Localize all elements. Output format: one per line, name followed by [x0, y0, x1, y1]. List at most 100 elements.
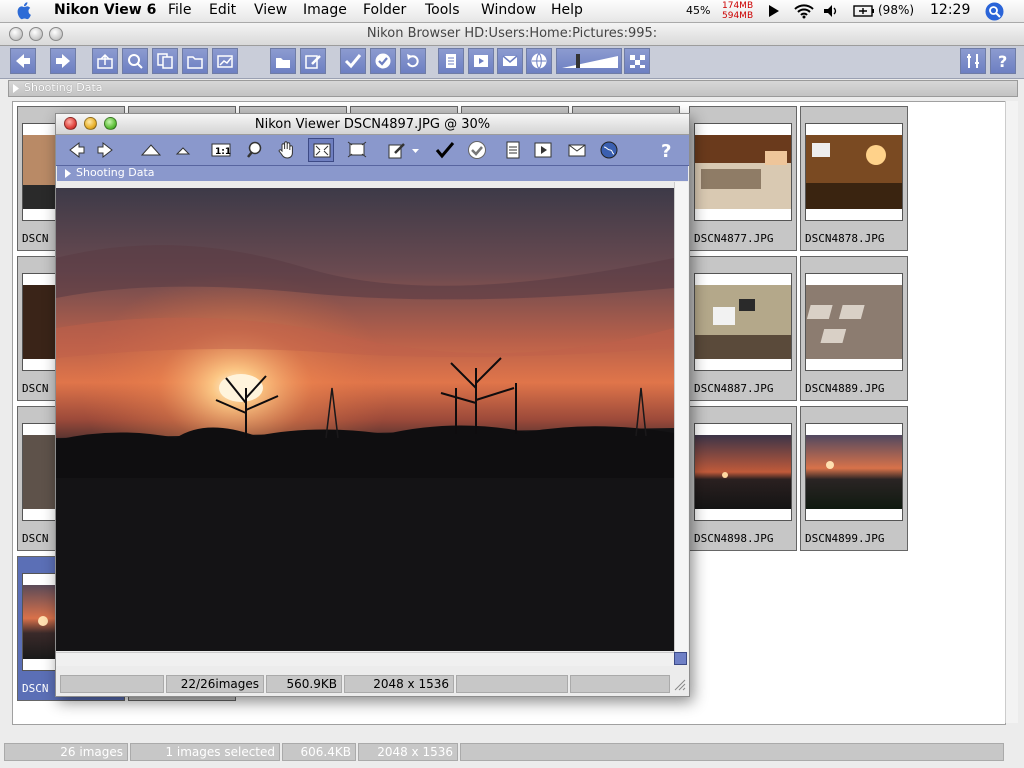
thumbnail-label: DSCN [22, 232, 49, 245]
tools-button[interactable] [960, 48, 986, 74]
svg-text:1:1: 1:1 [215, 147, 231, 157]
menu-image[interactable]: Image [303, 2, 347, 18]
help-button[interactable]: ? [990, 48, 1016, 74]
battery-percent[interactable]: (98%) [878, 3, 914, 17]
search-button[interactable] [122, 48, 148, 74]
volume-icon[interactable] [823, 4, 839, 18]
menu-view[interactable]: View [254, 2, 287, 18]
thumbnail-label: DSCN4899.JPG [805, 532, 885, 545]
menu-edit[interactable]: Edit [209, 2, 236, 18]
scroll-corner-button[interactable] [674, 652, 687, 665]
viewer-next-button[interactable] [92, 138, 118, 162]
menu-help[interactable]: Help [551, 2, 583, 18]
browser-shooting-data-toggle[interactable]: Shooting Data [8, 80, 1018, 97]
memory-used: 174MB [722, 1, 754, 11]
viewer-status-empty-3 [570, 675, 670, 693]
thumbnail-image [695, 435, 791, 509]
memory-meter[interactable]: 174MB 594MB [722, 1, 753, 21]
memory-free: 594MB [722, 11, 754, 21]
zoom-out-button[interactable] [170, 138, 196, 162]
hand-icon [278, 141, 293, 159]
zoom-in-button[interactable] [138, 138, 164, 162]
thumbnail-cell[interactable]: DSCN4887.JPG [689, 256, 797, 401]
protect-button[interactable] [370, 48, 396, 74]
edit-dropdown-button[interactable] [408, 138, 420, 162]
menu-clock[interactable]: 12:29 [930, 2, 970, 18]
open-button[interactable] [270, 48, 296, 74]
fit-window-button[interactable] [308, 138, 334, 162]
actual-size-button[interactable]: 1:1 [208, 138, 234, 162]
back-button[interactable] [10, 48, 36, 74]
viewer-image-index: 22/26images [166, 675, 264, 693]
viewer-status-empty [60, 675, 164, 693]
folder-chart-button[interactable] [212, 48, 238, 74]
viewer-help-button[interactable]: ? [654, 138, 680, 162]
menu-tools[interactable]: Tools [425, 2, 460, 18]
battery-icon[interactable] [853, 4, 875, 18]
forward-button[interactable] [50, 48, 76, 74]
mark-button[interactable] [340, 48, 366, 74]
browser-titlebar[interactable]: Nikon Browser HD:Users:Home:Pictures:995… [0, 23, 1024, 46]
viewer-shooting-data-toggle[interactable]: Shooting Data [57, 166, 688, 181]
checker-icon [630, 55, 645, 68]
viewer-web-button[interactable] [596, 138, 622, 162]
status-empty [460, 743, 1004, 761]
envelope-icon [568, 144, 586, 157]
email-button[interactable] [497, 48, 523, 74]
thumbnail-grid-button[interactable] [624, 48, 650, 74]
apple-icon[interactable] [16, 1, 34, 20]
full-screen-button[interactable] [344, 138, 370, 162]
thumbnail-cell[interactable]: DSCN4877.JPG [689, 106, 797, 251]
viewer-mark-button[interactable] [432, 138, 458, 162]
viewer-edit-button[interactable] [384, 138, 410, 162]
pan-button[interactable] [274, 138, 300, 162]
thumbnail-cell[interactable]: DSCN4878.JPG [800, 106, 908, 251]
rotate-button[interactable] [400, 48, 426, 74]
thumbnail-cell[interactable]: DSCN4898.JPG [689, 406, 797, 551]
wifi-icon[interactable] [793, 3, 815, 19]
pencil-icon [388, 143, 405, 159]
arrow-left-icon [16, 54, 30, 68]
play-icon[interactable] [768, 4, 780, 18]
viewer-slideshow-button[interactable] [530, 138, 556, 162]
thumbnail-label: DSCN [22, 382, 49, 395]
viewer-horizontal-scrollbar[interactable] [56, 652, 674, 666]
disclosure-triangle-icon [13, 84, 19, 93]
resize-grip-icon[interactable] [674, 679, 686, 691]
thumbnail-image [806, 135, 902, 209]
thumbnail-cell[interactable]: DSCN4899.JPG [800, 406, 908, 551]
viewer-print-button[interactable] [500, 138, 526, 162]
print-icon [446, 54, 456, 68]
thumbnail-cell[interactable]: DSCN4889.JPG [800, 256, 908, 401]
one-to-one-icon: 1:1 [211, 143, 231, 157]
menu-window[interactable]: Window [481, 2, 536, 18]
menu-folder[interactable]: Folder [363, 2, 406, 18]
web-button[interactable] [526, 48, 552, 74]
slideshow-button[interactable] [468, 48, 494, 74]
print-button[interactable] [438, 48, 464, 74]
copy-icon [157, 53, 173, 69]
viewer-email-button[interactable] [564, 138, 590, 162]
viewer-dimensions: 2048 x 1536 [344, 675, 454, 693]
viewer-vertical-scrollbar[interactable] [674, 182, 688, 652]
viewer-protect-button[interactable] [464, 138, 490, 162]
move-button[interactable] [182, 48, 208, 74]
envelope-icon [502, 55, 518, 66]
spotlight-search-icon[interactable] [985, 2, 1004, 21]
thumbnail-frame [805, 123, 903, 221]
menu-app-name[interactable]: Nikon View 6 [54, 2, 156, 18]
copy-button[interactable] [152, 48, 178, 74]
thumbnail-frame [694, 273, 792, 371]
viewer-titlebar[interactable]: Nikon Viewer DSCN4897.JPG @ 30% [56, 114, 689, 135]
thumbnail-size-slider[interactable] [556, 48, 622, 74]
magnify-button[interactable] [242, 138, 268, 162]
menu-file[interactable]: File [168, 2, 191, 18]
viewer-previous-button[interactable] [64, 138, 90, 162]
up-folder-button[interactable] [92, 48, 118, 74]
sunset-photo[interactable] [56, 188, 674, 651]
browser-vertical-scrollbar[interactable] [1005, 101, 1018, 723]
viewer-toolbar: 1:1 ? [56, 135, 689, 166]
cpu-meter[interactable]: 45% [686, 4, 710, 17]
question-icon: ? [661, 141, 671, 160]
edit-button[interactable] [300, 48, 326, 74]
